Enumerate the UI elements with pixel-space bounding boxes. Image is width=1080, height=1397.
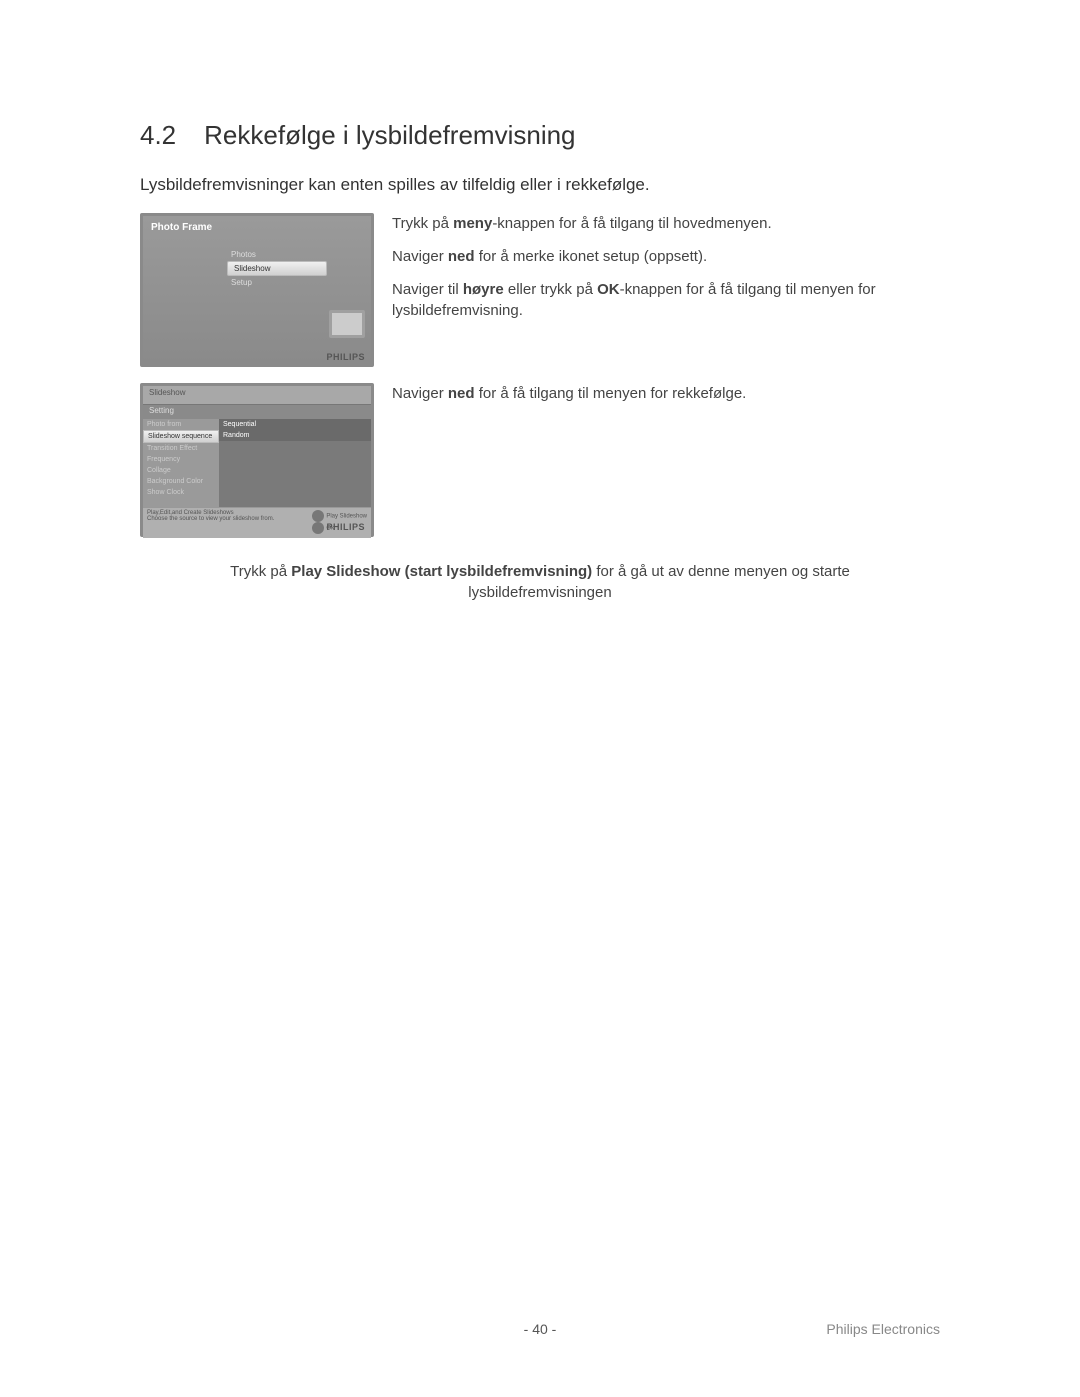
ok-control-icon [312, 522, 324, 534]
menu-item-slideshow: Slideshow [227, 261, 327, 276]
status-line2: Choose the source to view your slideshow… [147, 516, 274, 522]
left-item: Photo from [143, 419, 219, 430]
right-option-selected: Sequential [219, 419, 371, 430]
nav-control-icon [312, 510, 324, 522]
section-title-text: Rekkefølge i lysbildefremvisning [204, 120, 575, 150]
screenshot2-title: Slideshow [149, 388, 185, 397]
left-item-selected: Slideshow sequence [143, 430, 219, 443]
left-item: Show Clock [143, 487, 219, 498]
menu-item-photos: Photos [227, 248, 327, 261]
left-item: Transition Effect [143, 443, 219, 454]
page-number: - 40 - [524, 1321, 557, 1337]
screenshot2-subheader: Setting [143, 405, 371, 419]
step-3: Naviger til høyre eller trykk på OK-knap… [392, 279, 940, 321]
left-item: Background Color [143, 476, 219, 487]
step-2: Naviger ned for å merke ikonet setup (op… [392, 246, 940, 267]
screenshot-main-menu: Photo Frame Photos Slideshow Setup PHILI… [140, 213, 374, 367]
screenshot1-header: Photo Frame [143, 216, 371, 233]
step-4: Naviger ned for å få tilgang til menyen … [392, 383, 940, 404]
status-play: Play Slideshow [326, 514, 367, 520]
left-item: Frequency [143, 454, 219, 465]
menu-item-setup: Setup [227, 276, 327, 289]
section-number: 4.2 [140, 120, 176, 150]
footer-company: Philips Electronics [826, 1321, 940, 1337]
philips-logo: PHILIPS [326, 522, 365, 532]
section-heading: 4.2 Rekkefølge i lysbildefremvisning [140, 120, 940, 151]
left-item: Collage [143, 465, 219, 476]
screenshot-slideshow-settings: Slideshow PHILIPS Setting Photo from Sli… [140, 383, 374, 537]
final-instruction: Trykk på Play Slideshow (start lysbildef… [200, 561, 880, 603]
intro-paragraph: Lysbildefremvisninger kan enten spilles … [140, 175, 940, 195]
photo-frame-icon [329, 310, 365, 338]
step-1: Trykk på meny-knappen for å få tilgang t… [392, 213, 940, 234]
right-option: Random [219, 430, 371, 441]
philips-logo: PHILIPS [326, 352, 365, 362]
